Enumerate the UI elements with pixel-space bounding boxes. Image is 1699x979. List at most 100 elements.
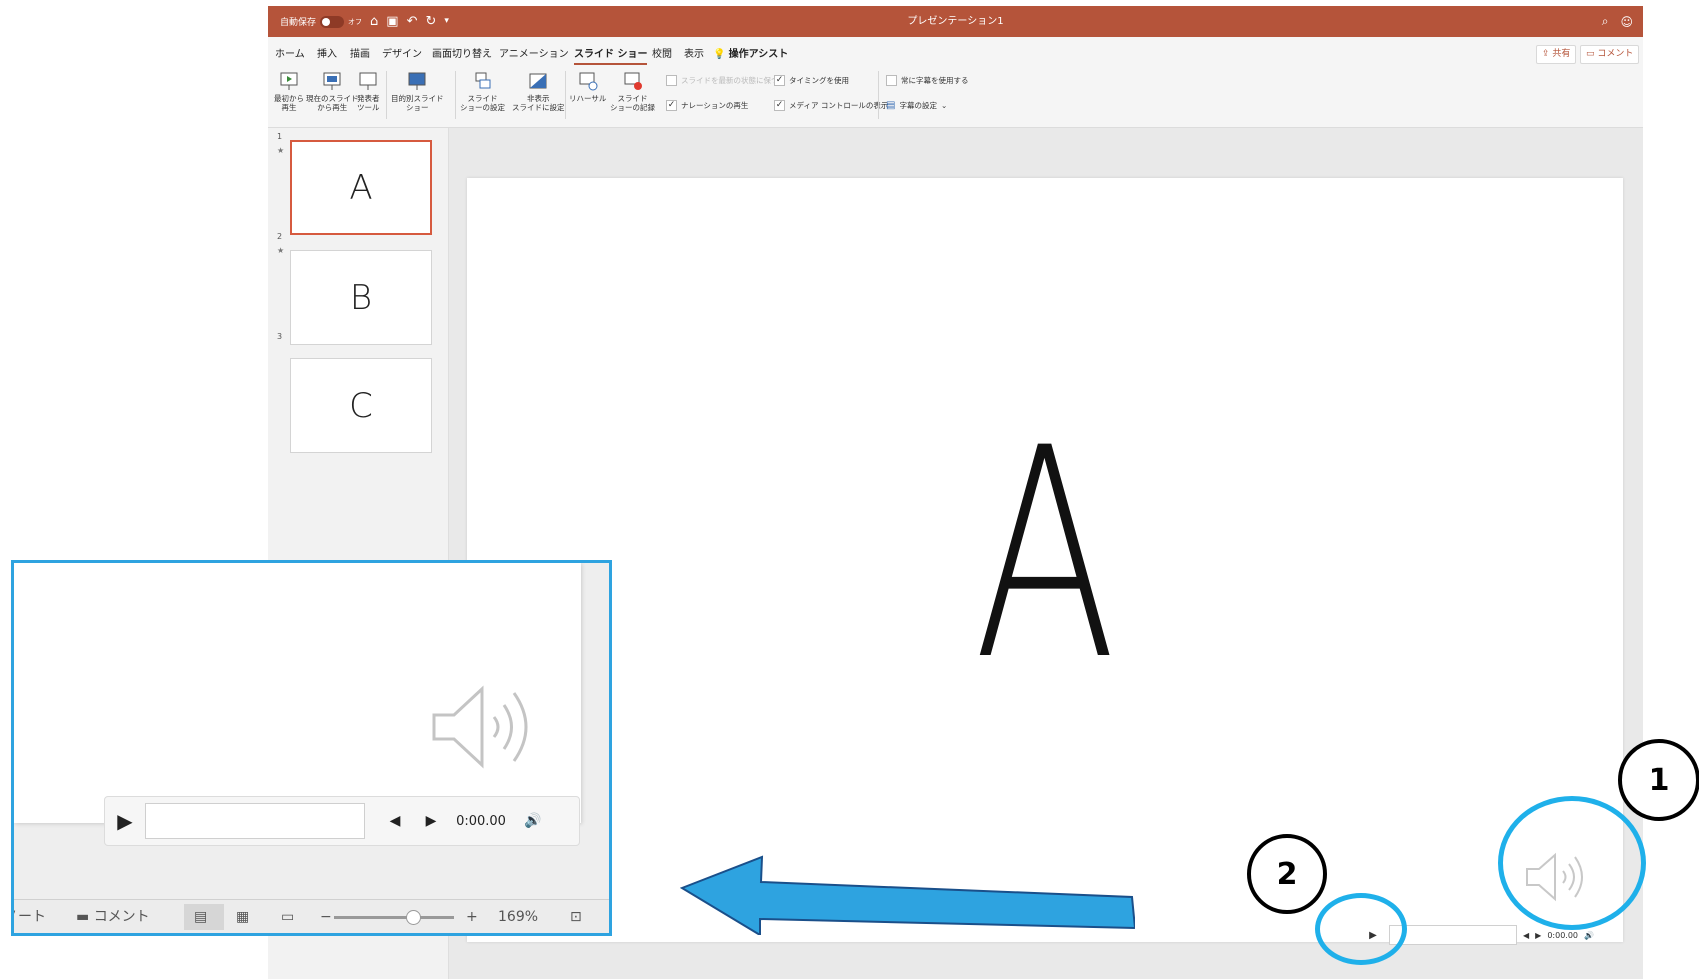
comments-label: コメント <box>93 909 150 925</box>
comment-label: コメント <box>1597 49 1634 59</box>
slide-thumbnail-2[interactable]: B <box>290 250 432 345</box>
zoom-in-icon: + <box>466 909 478 925</box>
rehearse-icon <box>579 72 598 91</box>
tab-draw[interactable]: 描画 <box>350 45 370 60</box>
animation-star-icon: ★ <box>277 246 285 255</box>
checkmark-icon[interactable]: ✓ <box>774 75 785 86</box>
checkbox-box[interactable] <box>886 75 897 86</box>
always-use-subtitles-checkbox[interactable]: 常に字幕を使用する <box>886 75 969 86</box>
animation-star-icon: ★ <box>277 146 285 155</box>
annotation-label: 1 <box>1648 762 1670 798</box>
rehearse-timings-button[interactable]: リハーサル <box>569 71 606 103</box>
tell-me-assist[interactable]: 💡 操作アシスト <box>713 45 788 60</box>
show-media-controls-checkbox[interactable]: ✓ メディア コントロールの表示 <box>774 100 888 111</box>
title-bar: 自動保存 オフ ⌂ ▣ ↶ ↻ ▾ プレゼンテーション1 ⌕ ☺ <box>268 6 1643 37</box>
hide-slide-button[interactable]: 非表示 スライドに設定 <box>512 71 565 112</box>
lightbulb-icon: 💡 <box>713 49 726 60</box>
annotation-number-1: 1 <box>1618 739 1699 821</box>
share-button[interactable]: ⇪ 共有 <box>1536 45 1577 64</box>
custom-slide-show-button[interactable]: 目的別スライド ショー <box>391 71 444 112</box>
record-show-icon <box>624 72 642 90</box>
fit-to-window-icon: ⊡ <box>570 909 582 925</box>
media-progress-track[interactable] <box>1389 925 1517 945</box>
titlebar-right: ⌕ ☺ <box>1602 6 1633 37</box>
annotation-label: 2 <box>1276 856 1298 892</box>
label-line: 再生 <box>281 103 297 112</box>
current-slide[interactable]: A ▶ ◀ ▶ 0:00.00 🔊 <box>467 178 1623 945</box>
tab-insert[interactable]: 挿入 <box>317 45 337 60</box>
label-line: 最初から <box>274 94 304 103</box>
checkmark-icon[interactable]: ✓ <box>666 100 677 111</box>
tab-home[interactable]: ホーム <box>275 45 305 60</box>
label-line: から再生 <box>317 103 348 112</box>
label-line: ツール <box>357 103 380 112</box>
slide-sorter-icon: ▦ <box>236 909 250 925</box>
tab-review[interactable]: 校閲 <box>652 45 672 60</box>
zoomed-status-bar: ノート ▬ コメント ▤ ▦ ▭ − + 169% ⊡ <box>14 899 609 933</box>
tab-design[interactable]: デザイン <box>382 45 422 60</box>
play-icon: ▶ <box>117 809 133 833</box>
checkbox-label: メディア コントロールの表示 <box>789 101 889 110</box>
presenter-tools-button[interactable]: 発表者 ツール <box>357 71 380 112</box>
slide-thumbnail-1[interactable]: A <box>290 140 432 235</box>
ribbon-separator <box>565 71 566 119</box>
custom-show-icon <box>408 72 426 90</box>
tab-transitions[interactable]: 画面切り替え <box>432 45 492 60</box>
thumbnail-letter: A <box>349 167 373 208</box>
highlight-circle-speaker <box>1498 796 1646 930</box>
slideshow-ribbon: 最初から 再生 現在のスライド から再生 発表者 ツール 目的別スライド ショー… <box>268 65 1643 128</box>
checkmark-icon[interactable]: ✓ <box>774 100 785 111</box>
zoomed-media-time: 0:00.00 <box>456 813 506 829</box>
ribbon-separator <box>386 71 387 119</box>
label-line: スライドに設定 <box>512 103 565 112</box>
share-icon: ⇪ <box>1542 49 1550 59</box>
volume-icon[interactable]: 🔊 <box>1584 931 1594 940</box>
label-line: 発表者 <box>357 94 380 103</box>
zoom-slider-track <box>334 916 454 919</box>
record-slide-show-button[interactable]: スライド ショーの記録 <box>610 71 655 112</box>
ribbon-separator <box>878 71 879 119</box>
play-narrations-checkbox[interactable]: ✓ ナレーションの再生 <box>666 100 748 111</box>
media-time: 0:00.00 <box>1547 930 1578 940</box>
zoomed-callout: ▶ ◀ ▶ 0:00.00 🔊 ノート ▬ コメント ▤ ▦ ▭ − + 169… <box>11 560 612 936</box>
play-from-beginning-icon <box>280 72 298 90</box>
setup-show-icon <box>475 72 490 89</box>
rewind-icon: ◀ <box>389 813 401 829</box>
play-from-current-button[interactable]: 現在のスライド から再生 <box>306 71 359 112</box>
tab-animations[interactable]: アニメーション <box>499 45 569 60</box>
comments-button[interactable]: ▭ コメント <box>1580 45 1640 64</box>
zoomed-progress-track <box>145 803 365 839</box>
checkbox-label: 常に字幕を使用する <box>901 76 969 85</box>
rewind-icon[interactable]: ◀ <box>1523 931 1529 940</box>
label-line: 非表示 <box>527 94 550 103</box>
ribbon-tabs: ホーム 挿入 描画 デザイン 画面切り替え アニメーション スライド ショー 校… <box>268 37 1643 65</box>
subtitle-settings-dropdown[interactable]: ▤ 字幕の設定 ⌄ <box>886 100 947 111</box>
smiley-icon[interactable]: ☺ <box>1620 15 1633 29</box>
subtitle-icon: ▤ <box>886 100 896 111</box>
slide-thumbnail-3[interactable]: C <box>290 358 432 453</box>
search-icon[interactable]: ⌕ <box>1602 14 1609 29</box>
play-from-current-icon <box>323 72 341 90</box>
highlight-circle-play <box>1315 893 1407 965</box>
use-timings-checkbox[interactable]: ✓ タイミングを使用 <box>774 75 849 86</box>
tab-slideshow[interactable]: スライド ショー <box>574 45 648 65</box>
zoom-slider-knob <box>406 910 421 925</box>
slide-number: 1 <box>277 132 283 141</box>
checkbox-label: ナレーションの再生 <box>681 101 749 110</box>
zoomed-slide-area: ▶ ◀ ▶ 0:00.00 🔊 <box>14 563 581 846</box>
dropdown-label: 字幕の設定 <box>899 101 937 110</box>
zoomed-media-controls: ▶ ◀ ▶ 0:00.00 🔊 <box>104 796 580 846</box>
forward-icon[interactable]: ▶ <box>1535 931 1541 940</box>
forward-icon: ▶ <box>425 813 437 829</box>
callout-arrow <box>680 855 1135 935</box>
presenter-view-icon: ▭ <box>281 909 295 925</box>
slide-title-letter[interactable]: A <box>629 411 1461 701</box>
label-line: スライド <box>467 94 498 103</box>
thumbnail-letter: B <box>349 277 373 318</box>
setup-slide-show-button[interactable]: スライド ショーの設定 <box>460 71 505 112</box>
tab-view[interactable]: 表示 <box>684 45 704 60</box>
label-line: ショー <box>406 103 429 112</box>
keep-slides-updated-checkbox[interactable]: スライドを最新の状態に保つ <box>666 75 779 86</box>
play-from-beginning-button[interactable]: 最初から 再生 <box>274 71 304 112</box>
checkbox-box[interactable] <box>666 75 677 86</box>
